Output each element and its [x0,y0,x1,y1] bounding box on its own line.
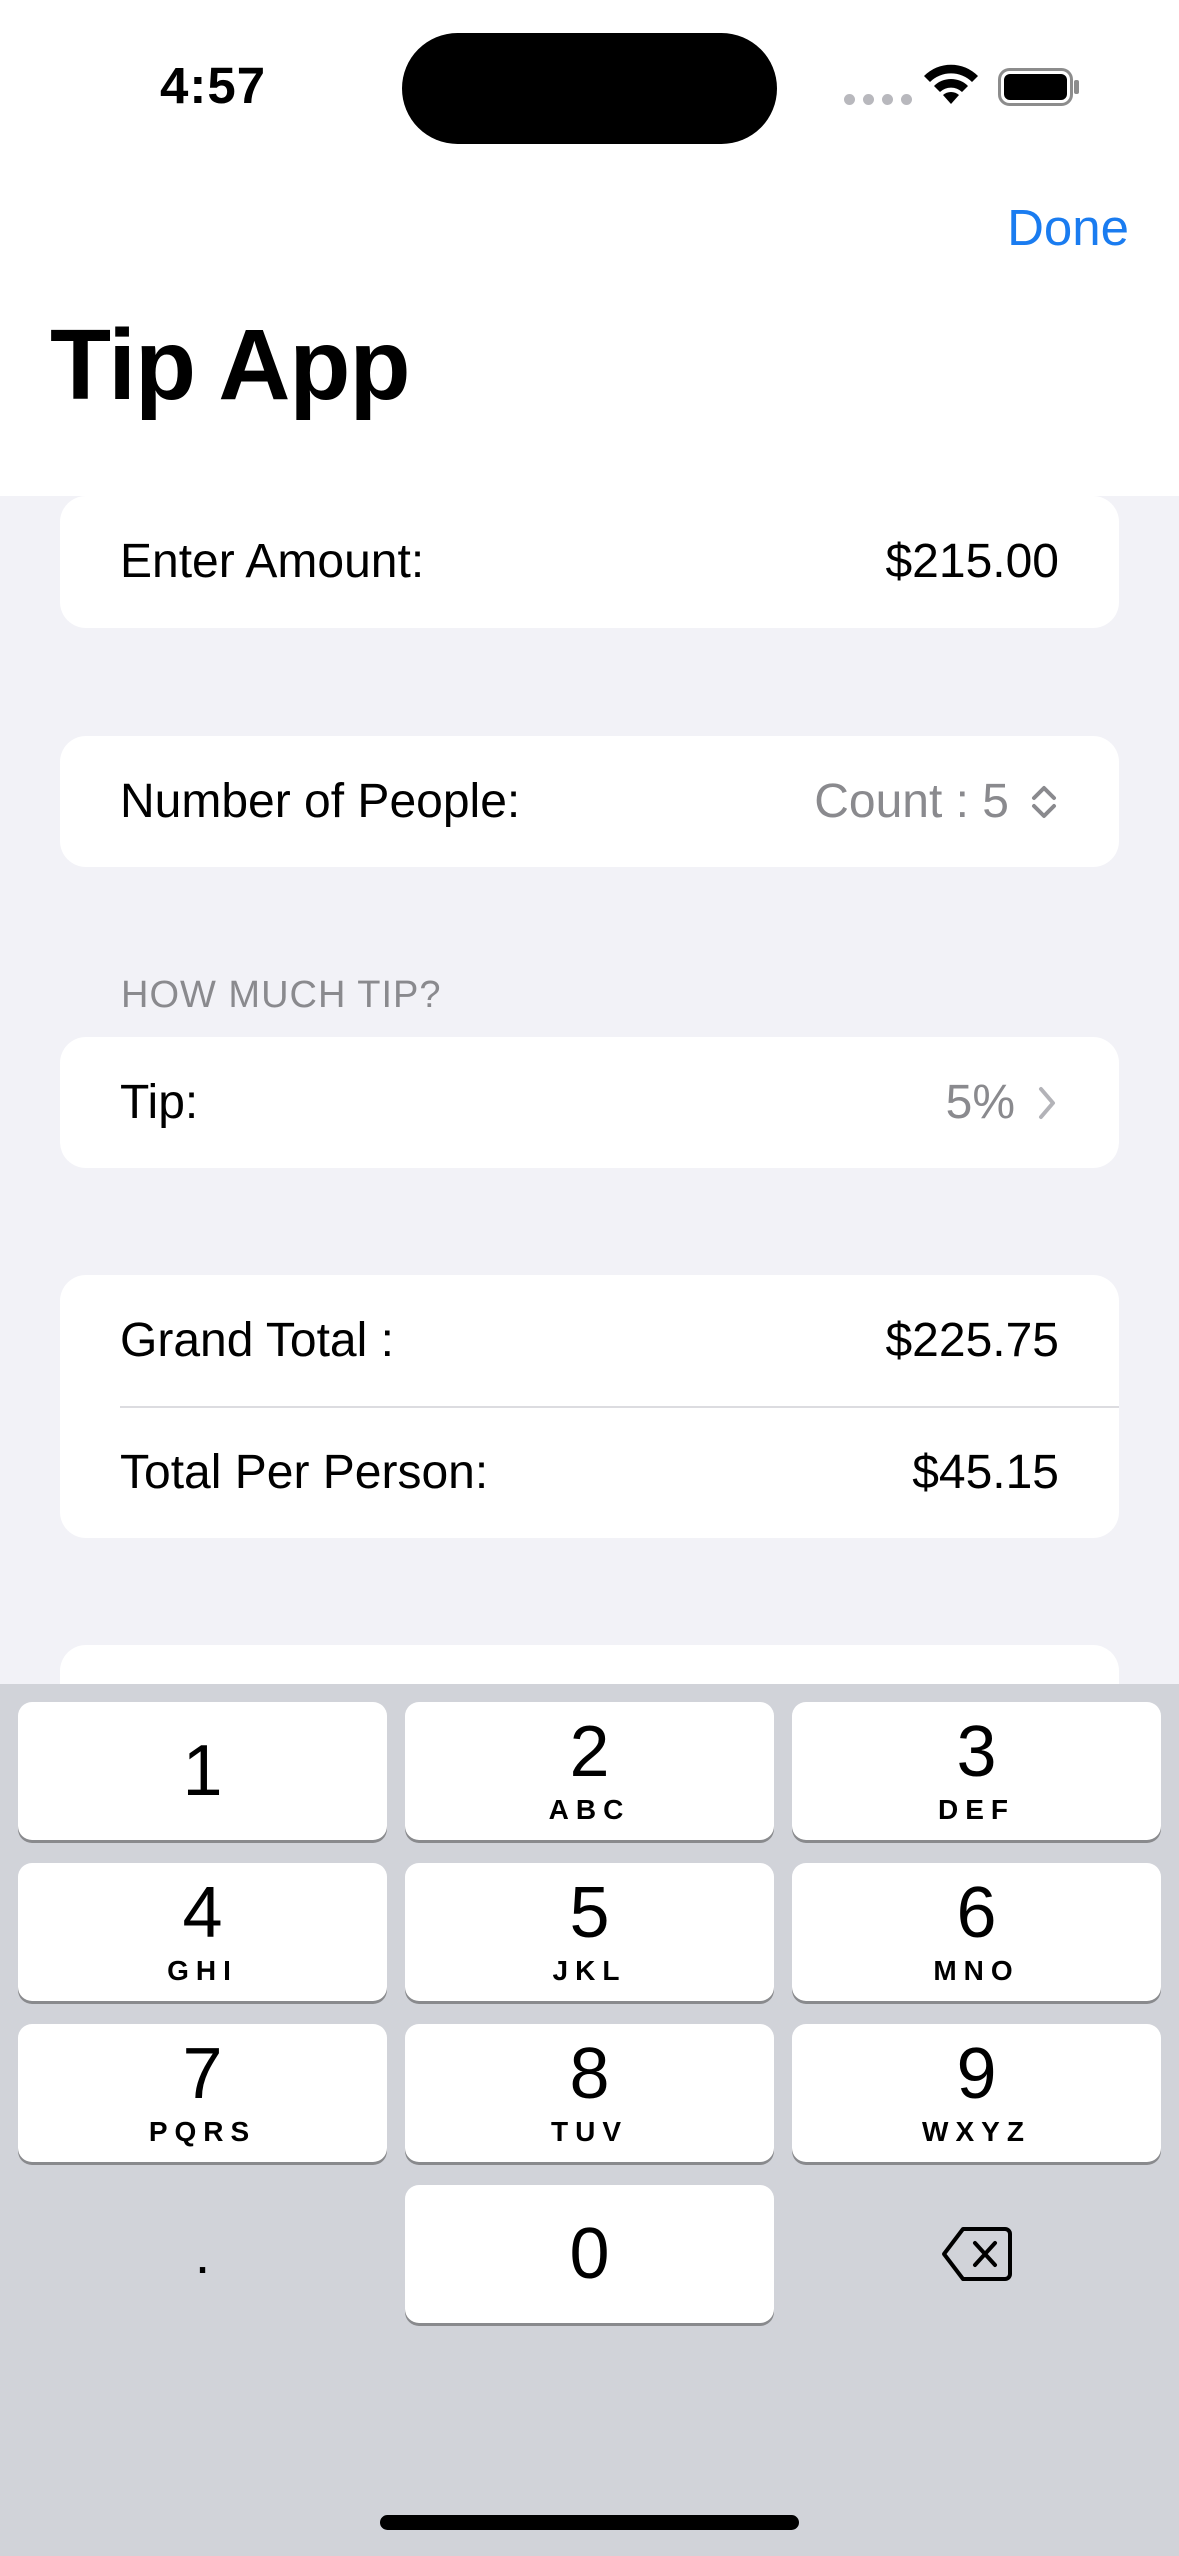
key-number: 6 [956,1873,997,1953]
key-letters: GHI [167,1955,238,1986]
key-delete[interactable] [792,2185,1161,2323]
navigation-area: 4:57 Done Tip App [0,0,1179,496]
key-0[interactable]: 0 [405,2185,774,2323]
people-card: Number of People: Count : 5 [60,736,1119,867]
tip-section-header: HOW MUCH TIP? [121,974,442,1016]
key-number: 0 [569,2214,610,2294]
tip-card: Tip: 5% [60,1037,1119,1168]
key-number: . [194,2222,211,2285]
amount-input[interactable]: $215.00 [885,534,1059,589]
per-person-label: Total Per Person: [120,1446,489,1499]
key-9[interactable]: 9 WXYZ [792,2024,1161,2162]
amount-row[interactable]: Enter Amount: $215.00 [60,496,1119,627]
key-3[interactable]: 3 DEF [792,1702,1161,1840]
battery-icon [998,68,1079,106]
grand-total-row: Grand Total : $225.75 [60,1275,1119,1406]
key-letters: MNO [933,1955,1020,1986]
key-letters: PQRS [148,2116,257,2147]
grand-total-value: $225.75 [885,1314,1059,1367]
key-letters: ABC [548,1794,631,1825]
key-letters: DEF [938,1794,1015,1825]
home-indicator [380,2515,799,2530]
key-number: 7 [182,2034,223,2114]
key-number: 8 [569,2034,610,2114]
key-8[interactable]: 8 TUV [405,2024,774,2162]
tip-value: 5% [945,1076,1015,1129]
key-letters: WXYZ [922,2116,1031,2147]
tip-row[interactable]: Tip: 5% [60,1037,1119,1168]
per-person-value: $45.15 [912,1446,1059,1499]
key-7[interactable]: 7 PQRS [18,2024,387,2162]
key-letters: JKL [552,1955,627,1986]
amount-label: Enter Amount: [120,535,425,588]
wifi-icon [924,64,978,104]
amount-card: Enter Amount: $215.00 [60,496,1119,628]
totals-card: Grand Total : $225.75 Total Per Person: … [60,1275,1119,1538]
page-title: Tip App [50,309,411,421]
chevron-right-icon [1039,1086,1055,1119]
key-number: 3 [956,1712,997,1792]
key-number: 9 [956,2034,997,2114]
screen: 4:57 Done Tip App Enter Amount: $215.00 … [0,0,1179,2556]
people-count-value: Count : 5 [814,775,1009,828]
number-pad-keyboard: 1 2 ABC 3 DEF 4 GHI 5 JKL 6 MNO 7 PQRS 8… [0,1684,1179,2556]
people-label: Number of People: [120,775,521,828]
grand-total-label: Grand Total : [120,1314,394,1367]
key-number: 4 [182,1873,223,1953]
dynamic-island [402,33,777,144]
done-button[interactable]: Done [1007,198,1129,257]
key-number: 2 [569,1712,610,1792]
cellular-signal-icon [844,94,912,105]
key-decimal[interactable]: . [18,2185,387,2323]
key-letters: TUV [551,2116,628,2147]
key-4[interactable]: 4 GHI [18,1863,387,2001]
key-5[interactable]: 5 JKL [405,1863,774,2001]
delete-backward-icon [941,2227,1012,2281]
status-time: 4:57 [160,57,267,114]
key-number: 5 [569,1873,610,1953]
key-2[interactable]: 2 ABC [405,1702,774,1840]
key-number: 1 [182,1731,223,1811]
per-person-row: Total Per Person: $45.15 [60,1407,1119,1538]
chevron-up-down-icon [1032,785,1056,818]
people-picker-row[interactable]: Number of People: Count : 5 [60,736,1119,867]
tip-label: Tip: [120,1076,199,1129]
key-6[interactable]: 6 MNO [792,1863,1161,2001]
key-1[interactable]: 1 [18,1702,387,1840]
